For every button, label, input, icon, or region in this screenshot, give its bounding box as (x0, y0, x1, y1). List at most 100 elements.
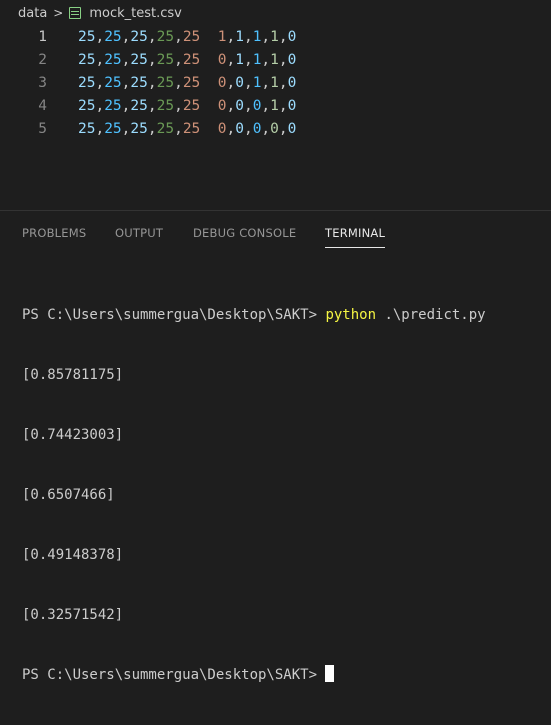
line-code: 25,25,25,25,25 0,0,0,1,0 (78, 95, 296, 118)
line-number: 5 (38, 121, 47, 137)
csv-field: 0 (235, 98, 244, 114)
csv-separator: , (261, 29, 271, 45)
line-code: 25,25,25,25,25 0,1,1,1,0 (78, 49, 296, 72)
csv-field: 25 (130, 98, 148, 114)
csv-separator: , (226, 75, 236, 91)
editor-line[interactable]: 2 25,25,25,25,25 0,1,1,1,0 (0, 49, 551, 72)
terminal-output-line: [0.32571542] (22, 607, 124, 623)
csv-field: 25 (104, 52, 122, 68)
csv-separator: , (95, 121, 105, 137)
csv-field: 25 (78, 29, 96, 45)
breadcrumb: data > mock_test.csv (0, 0, 551, 26)
tab-debug-console[interactable]: DEBUG CONSOLE (193, 226, 296, 247)
tab-terminal[interactable]: TERMINAL (325, 226, 386, 248)
csv-separator (200, 75, 217, 91)
terminal-output-line: [0.74423003] (22, 427, 124, 443)
terminal-output-line: [0.49148378] (22, 547, 124, 563)
editor-line[interactable]: 4 25,25,25,25,25 0,0,0,1,0 (0, 95, 551, 118)
csv-field: 25 (130, 75, 148, 91)
csv-separator: , (147, 52, 157, 68)
bottom-panel: PROBLEMS OUTPUT DEBUG CONSOLE TERMINAL P… (0, 210, 551, 683)
tab-problems[interactable]: PROBLEMS (22, 226, 86, 247)
csv-separator (200, 121, 217, 137)
terminal-final-line[interactable]: PS C:\Users\summergua\Desktop\SAKT> (22, 665, 547, 685)
csv-separator: , (243, 52, 253, 68)
csv-field: 25 (156, 29, 175, 45)
csv-field: 0 (287, 52, 297, 68)
csv-field: 0 (235, 121, 244, 137)
editor-line[interactable]: 5 25,25,25,25,25 0,0,0,0,0 (0, 118, 551, 141)
csv-separator: , (174, 98, 183, 114)
csv-separator: , (147, 29, 157, 45)
editor[interactable]: 1 25,25,25,25,25 1,1,1,1,0 2 25,25,25,25… (0, 26, 551, 206)
csv-separator: , (174, 121, 183, 137)
csv-separator: , (174, 75, 183, 91)
csv-field: 25 (182, 52, 201, 68)
terminal-args: .\predict.py (376, 307, 486, 323)
csv-field: 25 (78, 98, 96, 114)
csv-field: 25 (156, 52, 175, 68)
breadcrumb-separator: > (53, 6, 64, 20)
csv-separator: , (95, 29, 105, 45)
csv-field: 0 (287, 121, 297, 137)
csv-separator: , (261, 75, 271, 91)
csv-separator: , (261, 121, 271, 137)
csv-separator (200, 29, 217, 45)
csv-field: 25 (104, 121, 122, 137)
csv-separator: , (243, 29, 253, 45)
csv-separator: , (174, 29, 183, 45)
csv-separator: , (261, 52, 271, 68)
breadcrumb-file[interactable]: mock_test.csv (89, 6, 182, 21)
csv-separator: , (147, 75, 157, 91)
line-number: 3 (38, 75, 47, 91)
terminal-command-line: PS C:\Users\summergua\Desktop\SAKT> pyth… (22, 305, 547, 325)
line-number: 2 (38, 52, 47, 68)
csv-separator: , (243, 75, 253, 91)
csv-field: 25 (78, 75, 96, 91)
csv-separator: , (226, 29, 236, 45)
terminal-output-line: [0.6507466] (22, 487, 115, 503)
terminal-command: python (325, 307, 377, 323)
csv-field: 1 (270, 52, 279, 68)
terminal-cursor (325, 665, 335, 682)
csv-separator: , (95, 75, 105, 91)
csv-field: 0 (287, 29, 297, 45)
csv-field: 25 (130, 52, 148, 68)
csv-field: 25 (182, 121, 201, 137)
csv-field: 1 (270, 75, 279, 91)
csv-field: 1 (270, 98, 279, 114)
csv-separator: , (174, 52, 183, 68)
editor-line[interactable]: 3 25,25,25,25,25 0,0,1,1,0 (0, 72, 551, 95)
csv-field: 25 (78, 121, 96, 137)
breadcrumb-folder[interactable]: data (18, 6, 47, 21)
csv-field: 25 (104, 98, 122, 114)
line-number: 4 (38, 98, 47, 114)
tab-output[interactable]: OUTPUT (115, 226, 163, 247)
terminal-prompt: PS C:\Users\summergua\Desktop\SAKT> (22, 307, 326, 323)
csv-separator: , (226, 121, 236, 137)
csv-field: 25 (78, 52, 96, 68)
csv-field: 25 (156, 75, 175, 91)
csv-field: 0 (287, 75, 297, 91)
csv-separator: , (147, 98, 157, 114)
terminal[interactable]: PS C:\Users\summergua\Desktop\SAKT> pyth… (22, 265, 547, 725)
terminal-output-line: [0.85781175] (22, 367, 124, 383)
editor-line[interactable]: 1 25,25,25,25,25 1,1,1,1,0 (0, 26, 551, 49)
csv-separator: , (243, 121, 253, 137)
line-code: 25,25,25,25,25 0,0,1,1,0 (78, 72, 296, 95)
csv-separator: , (243, 98, 253, 114)
csv-field: 25 (156, 121, 175, 137)
csv-separator: , (261, 98, 271, 114)
csv-field: 25 (104, 75, 122, 91)
csv-field: 25 (104, 29, 122, 45)
csv-field: 0 (270, 121, 279, 137)
csv-separator: , (278, 29, 288, 45)
csv-separator: , (226, 52, 236, 68)
csv-separator (200, 52, 217, 68)
terminal-prompt: PS C:\Users\summergua\Desktop\SAKT> (22, 667, 318, 683)
csv-field: 25 (130, 121, 148, 137)
csv-field: 0 (287, 98, 297, 114)
csv-separator: , (95, 52, 105, 68)
csv-separator: , (278, 121, 288, 137)
csv-separator: , (95, 98, 105, 114)
